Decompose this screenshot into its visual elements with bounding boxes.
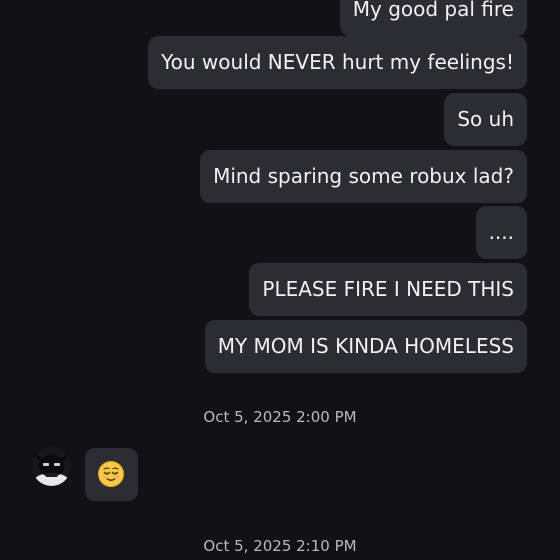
outgoing-message-bubble[interactable]: .... [475, 206, 527, 259]
sender-avatar[interactable] [32, 447, 71, 486]
outgoing-message-bubble[interactable]: You would NEVER hurt my feelings! [148, 36, 527, 89]
message-timestamp: Oct 5, 2025 2:00 PM [203, 408, 357, 426]
outgoing-message-bubble[interactable]: Mind sparing some robux lad? [200, 150, 527, 203]
message-timestamp: Oct 5, 2025 2:10 PM [203, 537, 357, 555]
outgoing-message-bubble[interactable]: MY MOM IS KINDA HOMELESS [204, 320, 527, 373]
avatar-icon [32, 447, 71, 486]
relieved-face-emoji-icon [98, 461, 124, 487]
chat-view: My good pal fire You would NEVER hurt my… [0, 0, 560, 560]
outgoing-message-bubble[interactable]: My good pal fire [339, 0, 527, 36]
outgoing-message-bubble[interactable]: PLEASE FIRE I NEED THIS [249, 263, 527, 316]
incoming-message-bubble[interactable] [85, 448, 138, 501]
outgoing-message-bubble[interactable]: So uh [444, 93, 527, 146]
